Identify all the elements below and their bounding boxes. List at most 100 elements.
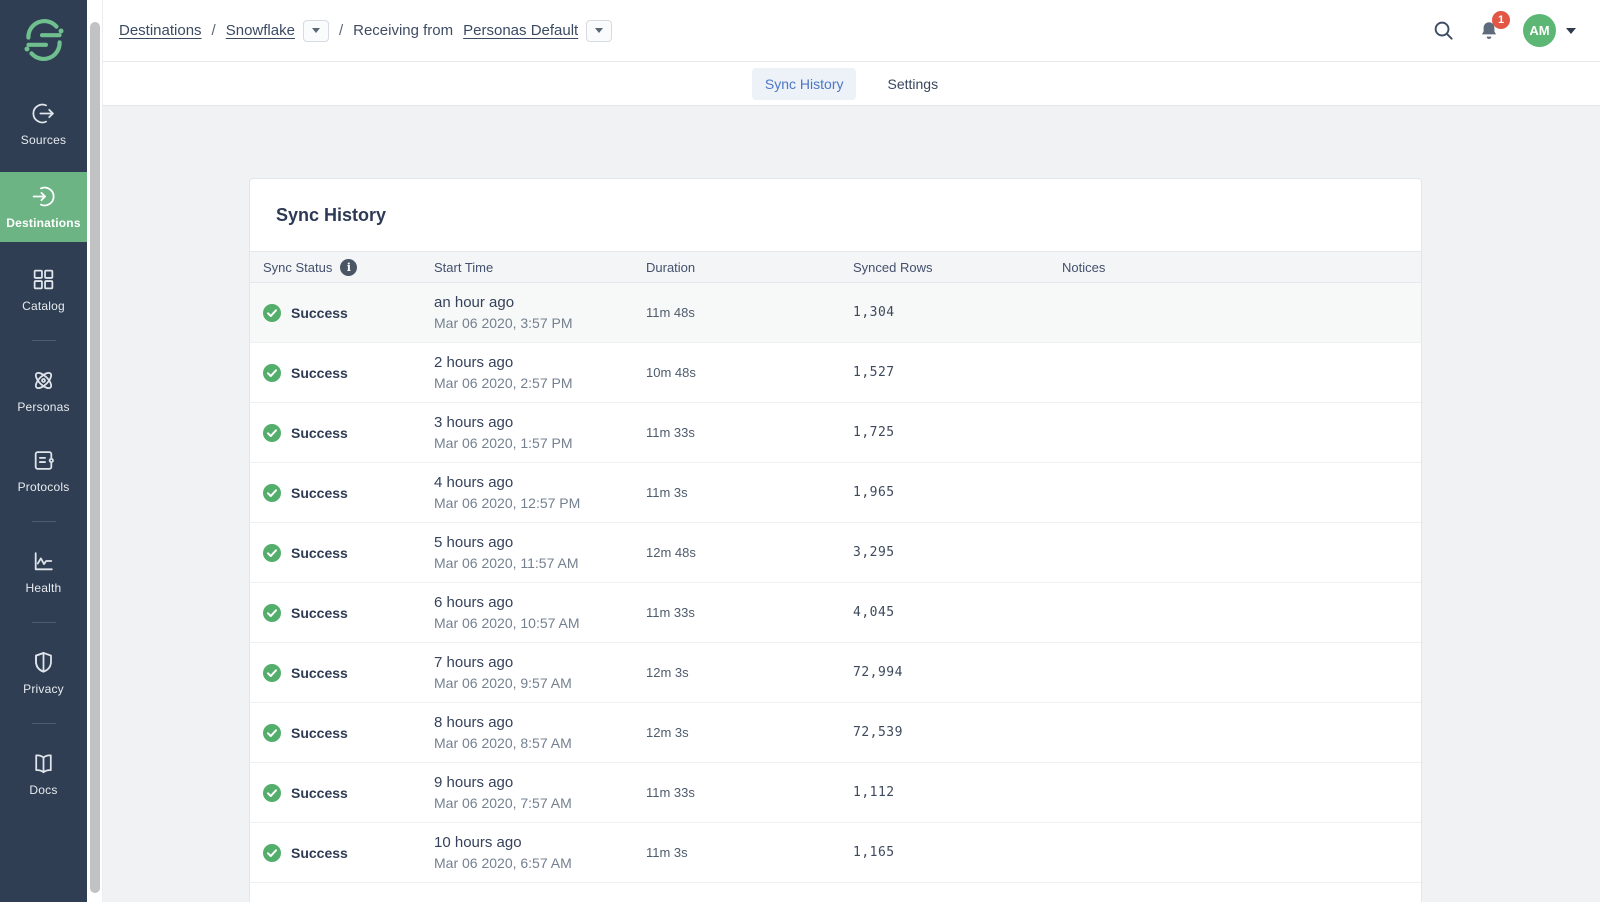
main-area: Destinations / Snowflake / Receiving fro… — [103, 0, 1600, 902]
table-row[interactable]: Success 6 hours ago Mar 06 2020, 10:57 A… — [250, 583, 1421, 643]
synced-rows-cell: 1,165 — [853, 845, 1062, 860]
notification-badge: 1 — [1492, 11, 1510, 29]
table-row[interactable]: Success 10 hours ago Mar 06 2020, 6:57 A… — [250, 823, 1421, 883]
duration-cell: 11m 33s — [646, 425, 853, 440]
relative-time: 8 hours ago — [434, 712, 646, 733]
health-icon — [31, 549, 56, 574]
topbar-actions: 1 AM — [1432, 14, 1576, 47]
catalog-icon — [31, 267, 56, 292]
table-row[interactable]: Success 4 hours ago Mar 06 2020, 12:57 P… — [250, 463, 1421, 523]
duration-cell: 10m 48s — [646, 365, 853, 380]
breadcrumb-separator: / — [339, 22, 343, 39]
breadcrumb-personas-default-link[interactable]: Personas Default — [463, 22, 578, 39]
success-check-icon — [263, 544, 281, 562]
protocols-icon — [31, 448, 56, 473]
success-check-icon — [263, 424, 281, 442]
success-check-icon — [263, 664, 281, 682]
avatar[interactable]: AM — [1523, 14, 1556, 47]
personas-default-dropdown-button[interactable] — [586, 20, 612, 42]
status-cell: Success — [263, 664, 434, 682]
timestamp: Mar 06 2020, 3:57 PM — [434, 313, 646, 334]
sidebar-item-docs[interactable]: Docs — [0, 742, 87, 806]
sidebar-item-label: Docs — [29, 783, 57, 797]
success-check-icon — [263, 604, 281, 622]
synced-rows-cell: 72,994 — [853, 665, 1062, 680]
timestamp: Mar 06 2020, 9:57 AM — [434, 673, 646, 694]
search-icon — [1432, 19, 1455, 42]
timestamp: Mar 06 2020, 7:57 AM — [434, 793, 646, 814]
status-badge: Success — [291, 365, 348, 381]
status-cell: Success — [263, 364, 434, 382]
status-badge: Success — [291, 485, 348, 501]
breadcrumb-destinations-link[interactable]: Destinations — [119, 22, 202, 39]
sidebar-item-destinations[interactable]: Destinations — [0, 172, 87, 242]
search-button[interactable] — [1432, 19, 1455, 42]
start-time-cell: 8 hours ago Mar 06 2020, 8:57 AM — [434, 712, 646, 754]
start-time-cell: 6 hours ago Mar 06 2020, 10:57 AM — [434, 592, 646, 634]
start-time-cell: 10 hours ago Mar 06 2020, 6:57 AM — [434, 832, 646, 874]
start-time-cell: 2 hours ago Mar 06 2020, 2:57 PM — [434, 352, 646, 394]
personas-icon — [31, 368, 56, 393]
sidebar: Sources Destinations Catalog — [0, 0, 87, 902]
docs-icon — [31, 751, 56, 776]
start-time-cell: 7 hours ago Mar 06 2020, 9:57 AM — [434, 652, 646, 694]
start-time-cell: 4 hours ago Mar 06 2020, 12:57 PM — [434, 472, 646, 514]
segment-logo[interactable] — [20, 14, 68, 66]
table-row[interactable]: Success 8 hours ago Mar 06 2020, 8:57 AM… — [250, 703, 1421, 763]
sidebar-item-label: Privacy — [23, 682, 64, 696]
duration-cell: 11m 48s — [646, 305, 853, 320]
tab-settings[interactable]: Settings — [874, 68, 951, 100]
snowflake-dropdown-button[interactable] — [303, 20, 329, 42]
relative-time: 9 hours ago — [434, 772, 646, 793]
sidebar-item-catalog[interactable]: Catalog — [0, 258, 87, 322]
page-scrollbar-thumb[interactable] — [90, 22, 100, 893]
synced-rows-cell: 1,725 — [853, 425, 1062, 440]
duration-cell: 11m 3s — [646, 845, 853, 860]
table-row[interactable]: Success an hour ago Mar 06 2020, 3:57 PM… — [250, 283, 1421, 343]
tab-sync-history[interactable]: Sync History — [752, 68, 857, 100]
success-check-icon — [263, 304, 281, 322]
breadcrumb-snowflake-link[interactable]: Snowflake — [226, 22, 295, 39]
sidebar-divider — [32, 723, 56, 724]
table-row[interactable]: Success 5 hours ago Mar 06 2020, 11:57 A… — [250, 523, 1421, 583]
account-menu[interactable]: AM — [1523, 14, 1576, 47]
column-header-synced-rows: Synced Rows — [853, 260, 1062, 275]
destinations-icon — [31, 184, 56, 209]
sidebar-item-label: Sources — [21, 133, 66, 147]
breadcrumb-separator: / — [212, 22, 216, 39]
success-check-icon — [263, 784, 281, 802]
status-cell: Success — [263, 784, 434, 802]
timestamp: Mar 06 2020, 2:57 PM — [434, 373, 646, 394]
topbar: Destinations / Snowflake / Receiving fro… — [103, 0, 1600, 62]
sidebar-item-protocols[interactable]: Protocols — [0, 439, 87, 503]
success-check-icon — [263, 844, 281, 862]
sidebar-item-privacy[interactable]: Privacy — [0, 641, 87, 705]
info-icon[interactable]: i — [340, 259, 357, 276]
page-scrollbar-track[interactable] — [87, 0, 103, 902]
synced-rows-cell: 72,539 — [853, 725, 1062, 740]
synced-rows-cell: 4,045 — [853, 605, 1062, 620]
sync-table-body: Success an hour ago Mar 06 2020, 3:57 PM… — [250, 283, 1421, 883]
status-cell: Success — [263, 304, 434, 322]
timestamp: Mar 06 2020, 6:57 AM — [434, 853, 646, 874]
notifications-button[interactable]: 1 — [1477, 19, 1501, 43]
start-time-cell: 5 hours ago Mar 06 2020, 11:57 AM — [434, 532, 646, 574]
table-row[interactable]: Success 9 hours ago Mar 06 2020, 7:57 AM… — [250, 763, 1421, 823]
column-header-notices: Notices — [1062, 260, 1421, 275]
chevron-down-icon — [595, 28, 603, 33]
sidebar-item-label: Catalog — [22, 299, 65, 313]
relative-time: 4 hours ago — [434, 472, 646, 493]
table-row[interactable]: Success 2 hours ago Mar 06 2020, 2:57 PM… — [250, 343, 1421, 403]
sidebar-item-health[interactable]: Health — [0, 540, 87, 604]
status-cell: Success — [263, 424, 434, 442]
status-cell: Success — [263, 724, 434, 742]
table-row[interactable]: Success 7 hours ago Mar 06 2020, 9:57 AM… — [250, 643, 1421, 703]
status-badge: Success — [291, 605, 348, 621]
status-badge: Success — [291, 785, 348, 801]
table-row[interactable]: Success 3 hours ago Mar 06 2020, 1:57 PM… — [250, 403, 1421, 463]
sidebar-divider — [32, 521, 56, 522]
duration-cell: 11m 3s — [646, 485, 853, 500]
sidebar-item-personas[interactable]: Personas — [0, 359, 87, 423]
sources-icon — [31, 101, 56, 126]
sidebar-item-sources[interactable]: Sources — [0, 92, 87, 156]
